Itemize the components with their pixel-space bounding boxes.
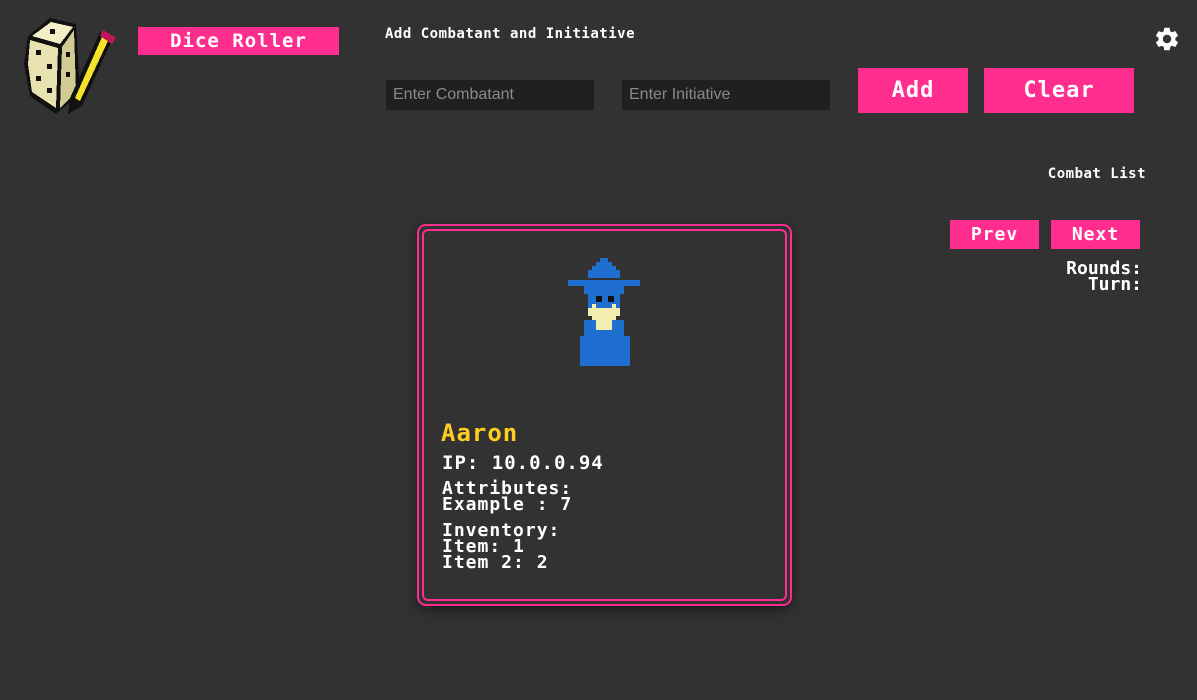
initiative-input[interactable] <box>622 80 830 110</box>
next-button[interactable]: Next <box>1051 220 1140 249</box>
attribute-item: Example : 7 <box>442 494 573 515</box>
combatant-input[interactable] <box>386 80 594 110</box>
inventory-item: Item 2: 2 <box>442 552 549 573</box>
add-button[interactable]: Add <box>858 68 968 113</box>
gear-icon[interactable] <box>1153 25 1181 53</box>
add-combatant-title: Add Combatant and Initiative <box>385 26 636 42</box>
dice-roller-button[interactable]: Dice Roller <box>138 27 339 55</box>
app-root: Dice Roller Add Combatant and Initiative… <box>0 0 1197 700</box>
clear-button[interactable]: Clear <box>984 68 1134 113</box>
combatant-ip: IP: 10.0.0.94 <box>442 452 604 474</box>
turn-label: Turn: <box>1087 274 1142 295</box>
combatant-name: Aaron <box>441 419 519 447</box>
dice-pencil-logo-icon <box>24 18 116 114</box>
prev-button[interactable]: Prev <box>950 220 1039 249</box>
wizard-avatar-icon <box>568 258 640 366</box>
combat-list-title: Combat List <box>1047 166 1146 182</box>
